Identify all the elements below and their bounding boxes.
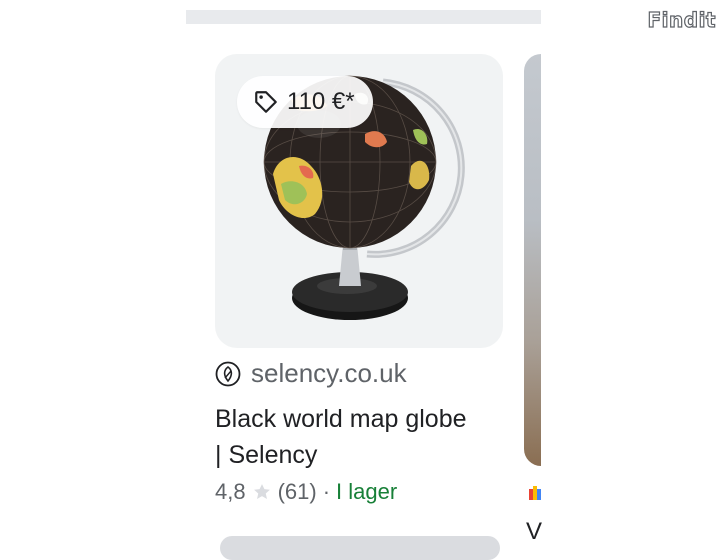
rating-value: 4,8 [215,479,246,504]
rating-row: 4,8 (61) · I lager [215,479,503,505]
next-row-card-edge [220,536,500,560]
price-chip: 110 €* [237,76,373,128]
product-title[interactable]: Black world map globe | Selency [215,401,503,473]
product-title-line-1: Black world map globe [215,405,467,433]
product-title-line-2: | Selency [215,441,318,469]
product-image[interactable]: 110 €* [215,54,503,348]
findit-watermark-logo: Findit [647,7,716,32]
separator-dot: · [322,479,331,504]
source-domain: selency.co.uk [251,358,407,388]
source-row[interactable]: selency.co.uk [215,358,503,389]
star-icon [253,484,270,499]
stock-status: I lager [336,479,398,504]
price-tag-icon [255,91,277,113]
next-product-image[interactable] [524,54,541,466]
review-count: (61) [277,479,317,504]
store-icon [529,486,541,500]
selency-logo-icon [215,361,241,386]
price-label: 110 €* [287,88,355,115]
top-divider-bar [186,10,541,24]
next-product-title[interactable]: V [526,518,542,546]
product-card[interactable]: 110 €* selency.co.uk Black world map glo… [215,54,503,505]
